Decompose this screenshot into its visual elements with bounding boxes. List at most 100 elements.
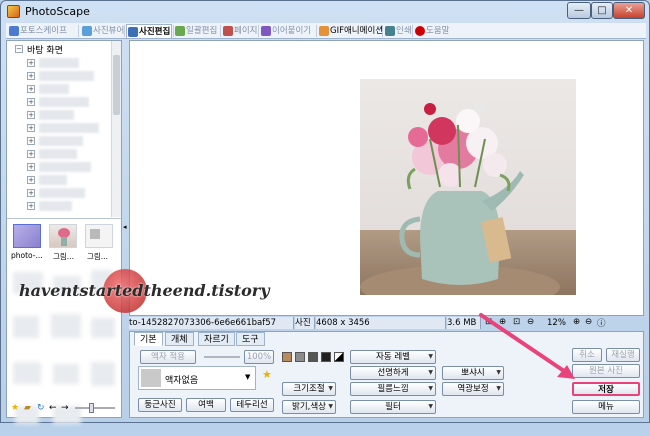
bloom-button[interactable]: 뽀샤시 ▼ — [442, 366, 504, 380]
tree-item[interactable]: + — [27, 174, 107, 186]
tree-item[interactable]: + — [27, 148, 107, 160]
sharpen-button[interactable]: 선명하게 ▼ — [350, 366, 436, 380]
frame-select-value: 액자없음 — [165, 376, 199, 386]
info-bar: to-1452827073306-6e6e661baf57 사진 4608 x … — [129, 317, 644, 329]
frame-slider[interactable] — [204, 356, 240, 358]
frame-apply-button[interactable]: 액자 적용 — [140, 350, 196, 364]
tab-page[interactable]: 페이지 — [222, 24, 257, 38]
folder-tree[interactable]: − 바탕 화면 + + + + + + + + + + + + — [7, 41, 121, 219]
photo-canvas[interactable] — [129, 40, 644, 316]
tab-batch[interactable]: 일괄편집 — [174, 24, 217, 38]
collapse-icon[interactable]: − — [15, 45, 23, 53]
tab-print[interactable]: 인쇄 — [384, 24, 412, 38]
thumbnail[interactable] — [13, 224, 41, 248]
frame-select[interactable]: 액자없음 ▼ — [138, 366, 256, 390]
resize-button[interactable]: 크기조절 ▼ — [282, 382, 336, 396]
zoom-minus-icon[interactable]: ⊖ — [585, 317, 592, 327]
info-icon[interactable]: ⓘ — [597, 317, 606, 329]
brightness-button[interactable]: 밝기,색상 ▼ — [282, 400, 336, 414]
save-button[interactable]: 저장 — [572, 382, 640, 396]
close-button[interactable]: ✕ — [613, 2, 645, 19]
frame-color-icon[interactable] — [295, 352, 305, 362]
favorite-star-icon[interactable]: ★ — [262, 368, 272, 381]
round-photo-button[interactable]: 둥근사진 — [138, 398, 182, 412]
margin-button[interactable]: 여백 — [186, 398, 226, 412]
expand-icon[interactable]: + — [27, 163, 35, 171]
tab-photoscape[interactable]: 포토스케이프 — [8, 24, 67, 38]
folder-icon[interactable]: ▰ — [24, 403, 34, 413]
thumbnail[interactable] — [49, 224, 77, 248]
tree-item[interactable]: + — [27, 122, 107, 134]
tree-item[interactable]: + — [27, 161, 107, 173]
tab-combine[interactable]: 이어붙이기 — [260, 24, 311, 38]
backlight-button[interactable]: 역광보정 ▼ — [442, 382, 504, 396]
auto-level-button[interactable]: 자동 레벨 ▼ — [350, 350, 436, 364]
expand-icon[interactable]: + — [27, 189, 35, 197]
tree-item[interactable]: + — [27, 109, 107, 121]
expand-icon[interactable]: + — [27, 85, 35, 93]
slider-handle[interactable] — [89, 403, 94, 413]
undo-button[interactable]: 취소 — [572, 348, 602, 362]
minimize-button[interactable]: — — [567, 2, 591, 19]
tree-item[interactable]: + — [27, 200, 107, 212]
thumbnail-label: 그림... — [53, 252, 74, 261]
frame-color-icon[interactable] — [308, 352, 318, 362]
edit-tab-tools[interactable]: 도구 — [236, 332, 265, 346]
dropdown-arrow-icon[interactable]: ▼ — [245, 373, 250, 381]
tab-editor[interactable]: 사진편집 — [126, 24, 172, 38]
tree-item[interactable]: + — [27, 57, 107, 69]
watermark-text: haventstartedtheend.tistory — [19, 281, 270, 300]
expand-icon[interactable]: + — [27, 176, 35, 184]
star-icon[interactable]: ★ — [11, 403, 21, 413]
redo-button[interactable]: 재실행 — [606, 348, 640, 362]
thumbnail-label: 그림... — [87, 252, 108, 261]
app-window: PhotoScape — □ ✕ 포토스케이프 사진뷰어 사진편집 일괄편집 페… — [0, 0, 650, 424]
combine-icon — [261, 26, 271, 36]
expand-icon[interactable]: + — [27, 72, 35, 80]
tree-item[interactable]: + — [27, 135, 107, 147]
tree-item[interactable]: + — [27, 96, 107, 108]
back-icon[interactable]: ← — [49, 403, 59, 413]
edit-tab-object[interactable]: 개체 — [165, 332, 194, 346]
contrast-icon[interactable] — [334, 352, 344, 362]
forward-icon[interactable]: → — [61, 403, 71, 413]
original-photo-button[interactable]: 원본 사진 — [572, 364, 640, 378]
tab-viewer[interactable]: 사진뷰어 — [81, 24, 124, 38]
border-button[interactable]: 테두리선 — [230, 398, 274, 412]
help-icon — [415, 26, 425, 36]
edit-tab-basic[interactable]: 기본 — [134, 332, 163, 346]
fit-icon[interactable]: ⊞ — [485, 317, 492, 327]
thumb-size-slider[interactable] — [75, 403, 115, 413]
tree-item[interactable]: + — [27, 70, 107, 82]
expand-icon[interactable]: + — [27, 137, 35, 145]
expand-icon[interactable]: + — [27, 98, 35, 106]
tab-help[interactable]: 도움말 — [414, 24, 449, 38]
refresh-icon[interactable]: ↻ — [37, 403, 47, 413]
percent-input[interactable]: 100% — [244, 350, 274, 364]
scroll-thumb[interactable] — [113, 55, 120, 115]
maximize-button[interactable]: □ — [591, 2, 613, 19]
zoom-in-icon[interactable]: ⊕ — [499, 317, 506, 327]
splitter-arrow-icon[interactable]: ◂ — [123, 223, 128, 233]
thumbnail[interactable] — [85, 224, 113, 248]
expand-icon[interactable]: + — [27, 202, 35, 210]
zoom-plus-icon[interactable]: ⊕ — [573, 317, 580, 327]
expand-icon[interactable]: + — [27, 59, 35, 67]
tree-item[interactable]: + — [27, 187, 107, 199]
frame-color-icon[interactable] — [321, 352, 331, 362]
film-effect-button[interactable]: 필름느낌 ▼ — [350, 382, 436, 396]
edit-tab-crop[interactable]: 자르기 — [198, 332, 235, 346]
filter-button[interactable]: 필터 ▼ — [350, 400, 436, 414]
tab-gif[interactable]: GIF애니메이션 — [318, 24, 383, 38]
expand-icon[interactable]: + — [27, 111, 35, 119]
zoom-out-icon[interactable]: ⊖ — [527, 317, 534, 327]
expand-icon[interactable]: + — [27, 124, 35, 132]
tree-root[interactable]: − 바탕 화면 — [15, 43, 105, 56]
frame-color-icon[interactable] — [282, 352, 292, 362]
zoom-actual-icon[interactable]: ⊡ — [513, 317, 520, 327]
flower-vase-illustration — [360, 102, 560, 295]
tree-item[interactable]: + — [27, 83, 107, 95]
tree-scrollbar[interactable] — [111, 41, 121, 217]
expand-icon[interactable]: + — [27, 150, 35, 158]
menu-button[interactable]: 메뉴 — [572, 400, 640, 414]
